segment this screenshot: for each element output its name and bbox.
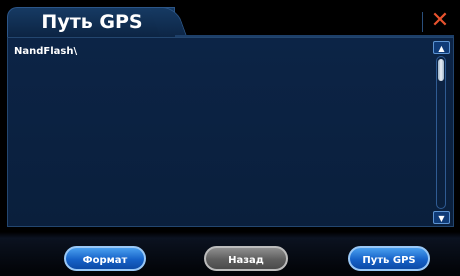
- file-browser-panel: NandFlash\ ▲ ▼: [7, 37, 454, 227]
- dialog-title: Путь GPS: [41, 11, 143, 33]
- current-path-label[interactable]: NandFlash\: [14, 46, 77, 57]
- gps-path-button[interactable]: Путь GPS: [348, 246, 430, 271]
- back-button[interactable]: Назад: [204, 246, 288, 271]
- scroll-track[interactable]: [436, 56, 446, 209]
- vertical-scrollbar[interactable]: ▲ ▼: [433, 41, 451, 224]
- scroll-thumb[interactable]: [438, 59, 444, 81]
- scroll-down-icon[interactable]: ▼: [433, 211, 450, 224]
- title-tab: Путь GPS: [7, 7, 175, 37]
- format-button[interactable]: Формат: [64, 246, 146, 271]
- close-icon[interactable]: ✕: [428, 8, 452, 34]
- gps-path-dialog: Путь GPS ✕ NandFlash\ ▲ ▼ Формат Назад П…: [0, 0, 460, 276]
- scroll-up-icon[interactable]: ▲: [433, 41, 450, 54]
- close-separator: [422, 12, 423, 32]
